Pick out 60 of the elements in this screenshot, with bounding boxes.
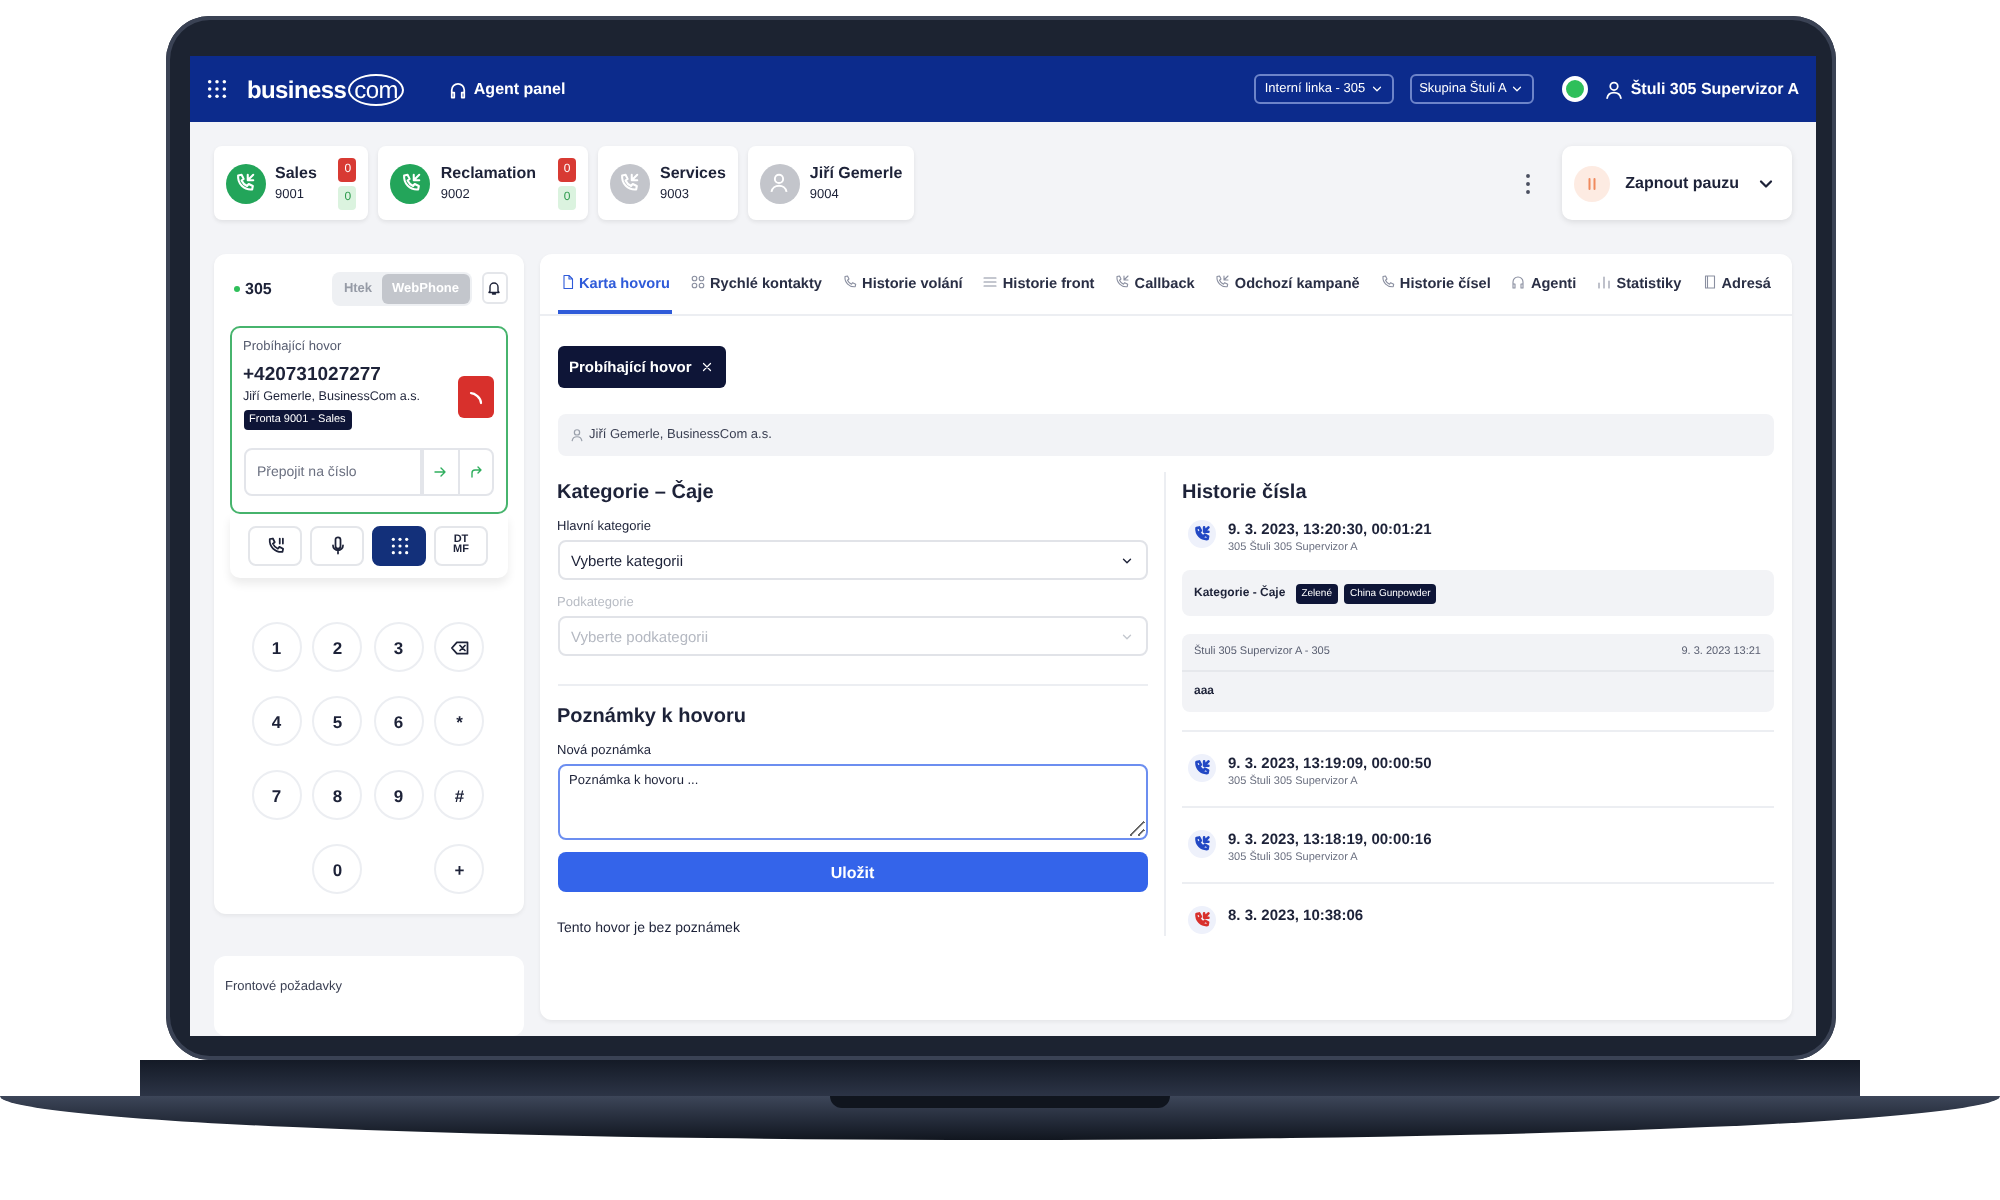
bell-icon (486, 280, 502, 296)
bar-chart-icon (1596, 274, 1613, 290)
keypad-key[interactable]: 7 (251, 770, 302, 820)
headset-icon (1510, 274, 1527, 290)
mute-button[interactable] (310, 526, 364, 566)
logo: business com (247, 75, 404, 103)
keypad-key[interactable]: 0 (312, 844, 363, 894)
backspace-icon (449, 637, 470, 657)
microphone-icon (327, 536, 347, 556)
keypad-key[interactable]: 1 (251, 622, 302, 672)
keypad-key[interactable]: # (434, 770, 485, 820)
chevron-down-icon (1120, 553, 1134, 567)
phone-pause-icon (265, 536, 285, 556)
hold-button[interactable] (248, 526, 302, 566)
close-icon (699, 360, 714, 374)
headset-icon (447, 79, 468, 99)
extension-number: 305 (245, 279, 272, 297)
apps-menu-icon[interactable] (205, 78, 227, 100)
book-icon (1701, 274, 1718, 290)
keypad-key[interactable]: 5 (312, 696, 363, 746)
chevron-down-icon (1120, 629, 1134, 643)
keypad-button[interactable] (372, 526, 426, 566)
notifications-button[interactable] (481, 272, 507, 304)
keypad-key[interactable]: * (434, 696, 485, 746)
chevron-down-icon (1510, 82, 1525, 96)
queue-name: Sales (275, 164, 317, 182)
queue-name: Services (659, 164, 726, 182)
section-title: Historie čísla (1182, 482, 1309, 504)
section-title: Kategorie – Čaje (557, 482, 716, 504)
forward-arrow-icon (467, 464, 483, 480)
keypad-key[interactable]: 6 (373, 696, 424, 746)
hang-up-button[interactable] (457, 376, 493, 418)
keypad-key[interactable]: 2 (312, 622, 363, 672)
caller-number: +420731027277 (243, 364, 381, 386)
user-name[interactable]: Štuli 305 Supervizor A (1630, 80, 1799, 98)
queue-name: Reclamation (440, 164, 536, 182)
pause-button[interactable]: Zapnout pauzu (1561, 146, 1791, 220)
keypad-key[interactable]: 8 (312, 770, 363, 820)
phone-arrow-icon (1214, 274, 1231, 290)
keypad-key[interactable]: 3 (373, 622, 424, 672)
user-icon (1604, 79, 1625, 99)
phone-icon (1379, 274, 1396, 290)
keypad-icon (389, 536, 409, 556)
chevron-down-icon (1369, 82, 1384, 96)
queue-name: Jiří Gemerle (809, 164, 903, 182)
user-icon (569, 428, 583, 442)
save-button[interactable]: Uložit (557, 852, 1148, 892)
phone-arrow-icon (1114, 274, 1131, 290)
keypad-key[interactable]: 4 (251, 696, 302, 746)
status-indicator[interactable] (1562, 76, 1589, 102)
backspace-button[interactable] (434, 622, 485, 672)
section-title: Poznámky k hovoru (557, 706, 748, 728)
phone-icon (842, 274, 859, 290)
circles-grid-icon (690, 274, 706, 290)
keypad-key[interactable]: + (434, 844, 485, 894)
keypad-key[interactable]: 9 (373, 770, 424, 820)
module-title: Agent panel (473, 80, 566, 98)
list-icon (982, 274, 999, 290)
document-icon (559, 274, 575, 290)
arrow-right-icon (432, 464, 448, 480)
